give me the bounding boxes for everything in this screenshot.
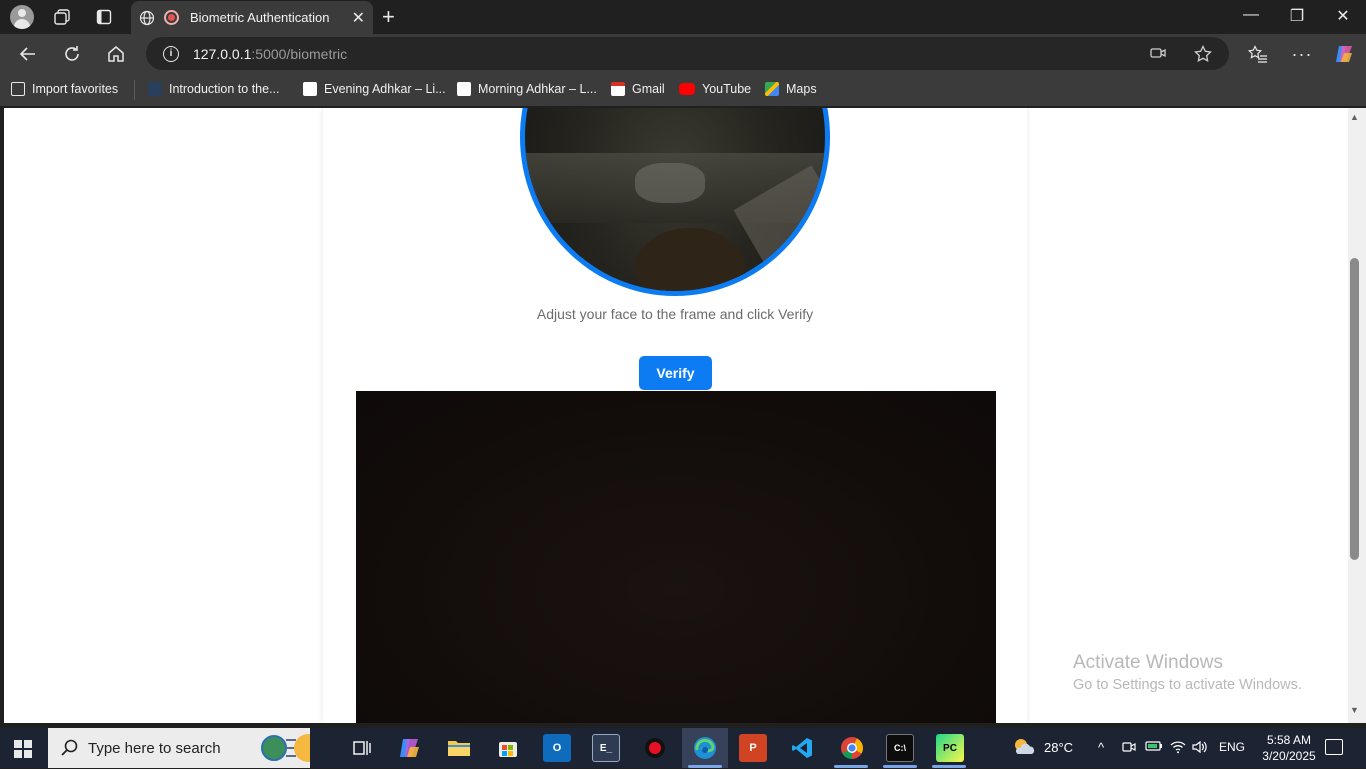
recording-icon (164, 10, 179, 25)
back-arrow-icon[interactable] (16, 42, 40, 66)
favorites-divider (134, 80, 135, 100)
screen-recorder-icon[interactable] (641, 734, 669, 762)
search-highlight-icon[interactable] (260, 732, 322, 764)
site-info-icon[interactable]: i (163, 46, 179, 62)
windows-taskbar: Type here to search O E_ P C:\ PC 28°C ^ (0, 728, 1366, 768)
chrome-icon[interactable] (838, 734, 866, 762)
home-icon[interactable] (104, 42, 128, 66)
favorite-introduction[interactable]: Introduction to the... (148, 82, 280, 96)
globe-icon (139, 10, 155, 26)
import-icon (11, 82, 25, 96)
address-bar[interactable]: i 127.0.0.1:5000/biometric (146, 37, 1229, 70)
search-icon (60, 738, 80, 758)
copilot-taskbar-icon[interactable] (396, 734, 424, 762)
wifi-icon[interactable] (1170, 740, 1186, 757)
taskbar-search-box[interactable]: Type here to search (48, 728, 322, 768)
camera-preview (356, 391, 996, 723)
activate-windows-subtitle: Go to Settings to activate Windows. (1073, 677, 1302, 693)
search-placeholder: Type here to search (88, 740, 221, 757)
windows-start-icon[interactable] (14, 740, 32, 758)
task-view-icon[interactable] (347, 734, 375, 762)
weather-icon[interactable] (1012, 736, 1036, 761)
tab-actions-icon[interactable] (92, 5, 116, 29)
favorite-youtube[interactable]: YouTube (679, 82, 751, 96)
face-capture-frame (520, 108, 830, 296)
new-tab-button[interactable]: + (382, 4, 395, 30)
tab-biometric-authentication[interactable]: Biometric Authentication ✕ (131, 1, 373, 34)
cmd-icon[interactable]: C:\ (886, 734, 914, 762)
browser-titlebar: Biometric Authentication ✕ + — ❐ ✕ (0, 0, 1366, 34)
face-adjust-hint: Adjust your face to the frame and click … (536, 306, 814, 322)
tab-title: Biometric Authentication (190, 10, 330, 25)
favorites-list-icon[interactable] (1246, 42, 1270, 66)
url-text[interactable]: 127.0.0.1:5000/biometric (193, 46, 347, 62)
scrollbar-thumb[interactable] (1350, 258, 1359, 560)
volume-icon[interactable] (1192, 740, 1208, 757)
activate-windows-title: Activate Windows (1073, 652, 1223, 673)
biometric-card: Adjust your face to the frame and click … (323, 108, 1027, 723)
edge-browser-icon[interactable] (691, 734, 719, 762)
clock-time: 5:58 AM (1266, 733, 1312, 747)
tab-close-icon[interactable]: ✕ (352, 8, 365, 28)
scroll-up-arrow-icon[interactable]: ▲ (1350, 112, 1359, 122)
microsoft-store-icon[interactable] (494, 734, 522, 762)
powerpoint-icon[interactable]: P (739, 734, 767, 762)
favorite-maps[interactable]: Maps (765, 82, 817, 96)
vscode-icon[interactable] (788, 734, 816, 762)
youtube-icon (679, 83, 695, 95)
notifications-icon[interactable] (1325, 739, 1343, 755)
browser-toolbar: i 127.0.0.1:5000/biometric ··· (0, 34, 1366, 74)
favorite-morning-adhkar[interactable]: Morning Adhkar – L... (457, 82, 597, 96)
favorites-bar: Import favorites Introduction to the... … (0, 74, 1366, 106)
copilot-icon[interactable] (1332, 42, 1356, 66)
drop-favicon-icon (303, 82, 317, 96)
favorite-gmail[interactable]: Gmail (611, 82, 665, 96)
profile-avatar-icon[interactable] (10, 5, 34, 29)
clock-date: 3/20/2025 (1262, 749, 1316, 763)
scroll-down-arrow-icon[interactable]: ▼ (1350, 705, 1359, 715)
outlook-icon[interactable]: O (543, 734, 571, 762)
favorite-star-icon[interactable] (1194, 44, 1212, 68)
workspaces-icon[interactable] (50, 5, 74, 29)
restore-button[interactable]: ❐ (1274, 6, 1320, 26)
maps-icon (765, 82, 779, 96)
page-viewport: Adjust your face to the frame and click … (4, 108, 1348, 723)
battery-icon[interactable] (1145, 740, 1163, 755)
camera-in-use-icon[interactable] (1150, 45, 1166, 66)
favorite-import[interactable]: Import favorites (11, 82, 118, 96)
close-window-button[interactable]: ✕ (1320, 6, 1366, 26)
minimize-button[interactable]: — (1228, 6, 1274, 24)
terminal-app-icon[interactable]: E_ (592, 734, 620, 762)
drop-favicon-icon (457, 82, 471, 96)
file-explorer-icon[interactable] (445, 734, 473, 762)
pycharm-icon[interactable]: PC (936, 734, 964, 762)
weather-temperature[interactable]: 28°C (1044, 740, 1073, 755)
refresh-icon[interactable] (60, 42, 84, 66)
favorite-evening-adhkar[interactable]: Evening Adhkar – Li... (303, 82, 446, 96)
show-hidden-icons-icon[interactable]: ^ (1098, 740, 1104, 755)
input-language[interactable]: ENG (1219, 740, 1245, 754)
site-favicon-icon (148, 82, 162, 96)
gmail-icon (611, 82, 625, 96)
verify-button[interactable]: Verify (639, 356, 712, 390)
system-clock[interactable]: 5:58 AM 3/20/2025 (1254, 732, 1324, 764)
meet-now-icon[interactable] (1122, 740, 1136, 757)
more-options-icon[interactable]: ··· (1290, 42, 1314, 66)
